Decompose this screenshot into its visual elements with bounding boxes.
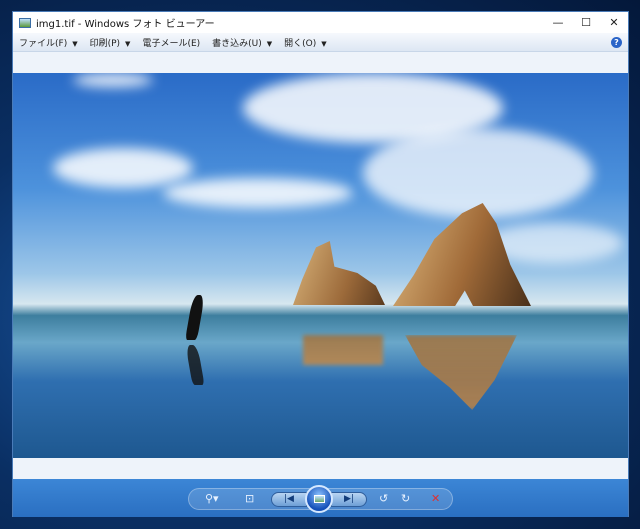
previous-button[interactable]: |◀	[271, 492, 307, 507]
bottom-toolbar: ⚲▾ ⊡ |◀ ▶| ↺ ↻ ✕	[13, 479, 628, 517]
slideshow-button[interactable]	[305, 485, 333, 513]
close-button[interactable]: ✕	[600, 16, 628, 29]
rotate-cw-icon[interactable]: ↻	[401, 492, 410, 506]
window-title: img1.tif - Windows フォト ビューアー	[36, 19, 215, 30]
menu-file[interactable]: ファイル(F) ▼	[19, 36, 78, 49]
chevron-down-icon: ▼	[125, 39, 131, 48]
viewer-margin	[13, 458, 628, 479]
maximize-button[interactable]: ☐	[572, 16, 600, 29]
menu-label: 書き込み(U)	[212, 38, 262, 49]
rotate-ccw-icon[interactable]: ↺	[379, 492, 388, 506]
menu-bar: ファイル(F) ▼ 印刷(P) ▼ 電子メール(E) 書き込み(U) ▼ 開く(O) ▼…	[13, 33, 628, 52]
menu-label: ファイル(F)	[19, 38, 68, 49]
title-bar: img1.tif - Windows フォト ビューアー — ☐ ✕	[13, 12, 628, 33]
menu-label: 印刷(P)	[89, 38, 121, 49]
chevron-down-icon: ▼	[321, 39, 327, 48]
rock-reflection	[303, 335, 383, 365]
menu-email[interactable]: 電子メール(E)	[142, 36, 200, 49]
photo-viewer-window: img1.tif - Windows フォト ビューアー — ☐ ✕ ファイル(…	[12, 11, 629, 517]
fit-window-icon[interactable]: ⊡	[245, 492, 254, 506]
menu-label: 開く(O)	[284, 38, 317, 49]
runner-reflection	[185, 345, 205, 385]
cloud	[53, 148, 193, 188]
small-rock	[293, 241, 385, 305]
slideshow-icon	[314, 495, 325, 503]
cloud	[363, 128, 593, 218]
minimize-button[interactable]: —	[544, 16, 572, 29]
zoom-icon[interactable]: ⚲▾	[205, 492, 219, 506]
delete-icon[interactable]: ✕	[431, 492, 440, 506]
cloud	[163, 178, 353, 208]
chevron-down-icon: ▼	[72, 39, 78, 48]
photo-display	[13, 73, 628, 458]
viewer-margin	[13, 52, 628, 73]
menu-print[interactable]: 印刷(P) ▼	[90, 36, 131, 49]
menu-open[interactable]: 開く(O) ▼	[284, 36, 327, 49]
runner-silhouette	[185, 295, 205, 340]
app-icon	[19, 17, 31, 28]
menu-label: 電子メール(E)	[142, 38, 201, 49]
help-icon[interactable]: ?	[611, 36, 622, 48]
cloud	[73, 73, 153, 87]
chevron-down-icon: ▼	[266, 39, 273, 48]
menu-burn[interactable]: 書き込み(U) ▼	[212, 36, 272, 49]
rock-reflection	[405, 335, 517, 410]
next-button[interactable]: ▶|	[331, 492, 367, 507]
